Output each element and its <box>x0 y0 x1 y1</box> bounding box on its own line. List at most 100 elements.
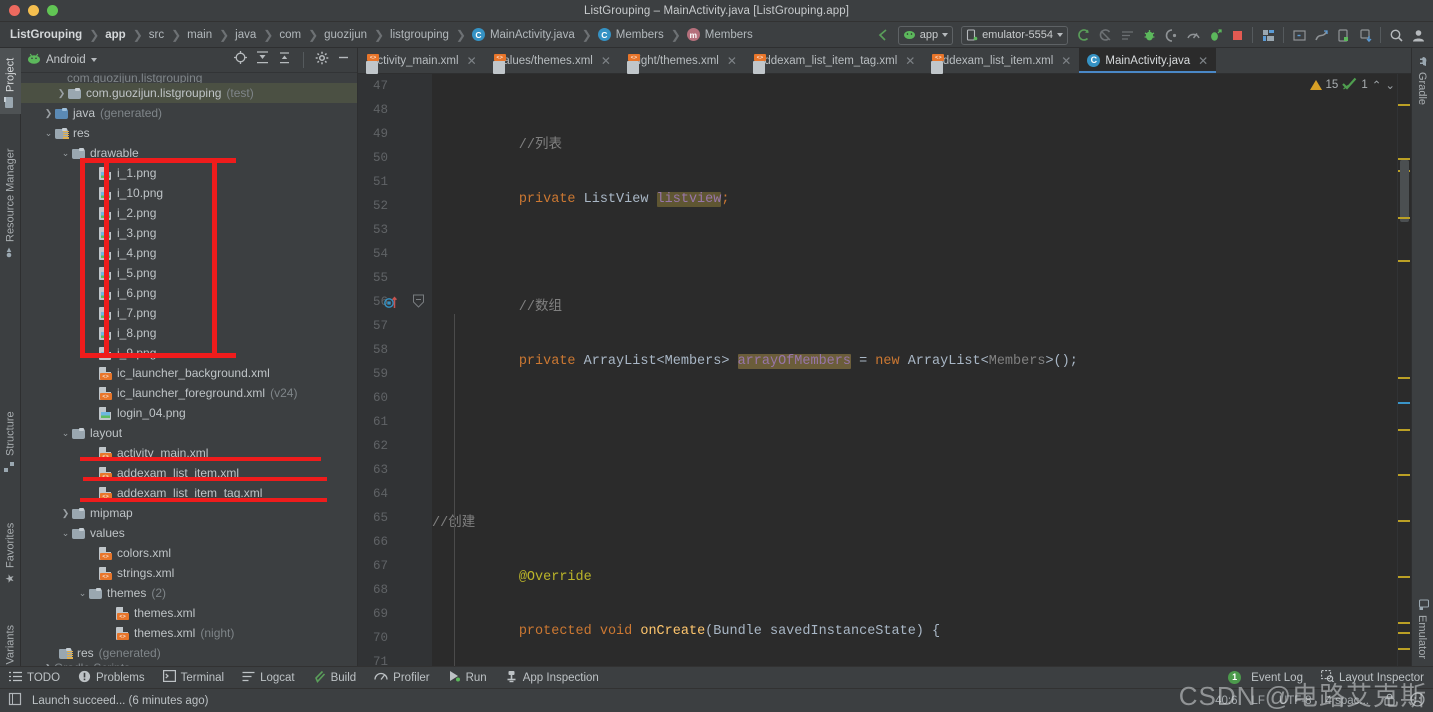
tree-row-png[interactable]: i_8.png <box>21 323 357 343</box>
tree-row-clipped-top[interactable]: com.guozijun.listgrouping <box>21 73 357 83</box>
code-line-54[interactable]: //创建 <box>432 512 1411 536</box>
layout-inspector-icon[interactable] <box>1310 24 1332 46</box>
chevron-right-icon[interactable]: ❯ <box>43 108 54 119</box>
minimize-icon[interactable] <box>336 50 351 70</box>
event-log-button[interactable]: 1 Event Log <box>1219 667 1312 689</box>
bottom-tab-build[interactable]: Build <box>304 667 366 689</box>
attach-debugger-icon[interactable] <box>1160 24 1182 46</box>
line-number-gutter[interactable]: 47 48 49 50 51 52 53 54 55 56 57 58 59 6… <box>358 74 432 666</box>
tab-night-themes-xml[interactable]: <> night/themes.xml ✕ <box>619 48 745 74</box>
bottom-tab-terminal[interactable]: Terminal <box>154 667 233 689</box>
breadcrumb-item-app[interactable]: app <box>104 29 126 41</box>
ide-window-icon[interactable] <box>8 692 22 709</box>
bottom-tool-window-bar[interactable]: TODO Problems Terminal Logcat Build Prof… <box>0 666 1433 688</box>
chevron-down-icon[interactable] <box>942 33 949 37</box>
tree-row-xml[interactable]: <> colors.xml <box>21 543 357 563</box>
avd-manager-icon[interactable] <box>1094 24 1116 46</box>
search-icon[interactable] <box>1385 24 1407 46</box>
close-icon[interactable]: ✕ <box>601 54 611 68</box>
account-icon[interactable] <box>1407 24 1429 46</box>
tree-row-png[interactable]: i_1.png <box>21 163 357 183</box>
inspection-widget[interactable]: 15 1 ⌃ ⌄ <box>1309 77 1395 93</box>
debug-icon[interactable] <box>1138 24 1160 46</box>
right-tool-window-bar[interactable]: Gradle Emulator <box>1411 48 1433 666</box>
close-icon[interactable]: ✕ <box>905 54 915 68</box>
warning-marker[interactable] <box>1398 632 1410 634</box>
layout-inspector-button[interactable]: Layout Inspector <box>1312 667 1433 689</box>
project-view-selector[interactable]: Android <box>27 53 97 67</box>
tree-row-test-package[interactable]: ❯ com.guozijun.listgrouping (test) <box>21 83 357 103</box>
run-coverage-icon[interactable] <box>1204 24 1226 46</box>
warning-marker[interactable] <box>1398 520 1410 522</box>
tab-mainactivity-java[interactable]: C MainActivity.java ✕ <box>1079 48 1217 73</box>
read-only-lock-icon[interactable] <box>1383 693 1396 709</box>
override-method-marker-icon[interactable] <box>384 295 398 309</box>
file-encoding[interactable]: UTF-8 <box>1279 695 1312 707</box>
code-line-53[interactable] <box>432 458 1411 482</box>
bottom-tab-profiler[interactable]: Profiler <box>365 667 438 689</box>
code-line-51[interactable]: private ArrayList<Members> arrayOfMember… <box>432 350 1411 374</box>
warning-marker[interactable] <box>1398 429 1410 431</box>
close-icon[interactable]: ✕ <box>467 54 477 68</box>
expand-all-icon[interactable] <box>255 50 270 70</box>
tree-row-png[interactable]: i_2.png <box>21 203 357 223</box>
tree-row-java-generated[interactable]: ❯ java (generated) <box>21 103 357 123</box>
code-line-50[interactable]: //数组 <box>432 296 1411 320</box>
tree-row-png[interactable]: i_3.png <box>21 223 357 243</box>
code-editor[interactable]: 15 1 ⌃ ⌄ 47 48 49 50 51 52 53 54 55 56 5… <box>358 74 1411 666</box>
scrollbar-thumb[interactable] <box>1400 160 1409 222</box>
tab-values-themes-xml[interactable]: <> values/themes.xml ✕ <box>485 48 619 74</box>
project-panel-actions[interactable] <box>233 50 351 70</box>
sidebar-item-favorites[interactable]: ★ Favorites <box>0 508 21 590</box>
tree-row-xml[interactable]: <> strings.xml <box>21 563 357 583</box>
warning-marker[interactable] <box>1398 217 1410 219</box>
chevron-down-icon[interactable]: ⌄ <box>43 128 54 139</box>
breadcrumb-item-mainactivity[interactable]: C MainActivity.java <box>471 28 576 41</box>
editor-scrollbar-markers[interactable] <box>1397 74 1411 666</box>
sidebar-item-gradle[interactable]: Gradle <box>1411 50 1433 112</box>
left-tool-window-bar[interactable]: Project Resource Manager Structure ★ Fav… <box>0 48 21 707</box>
code-line-49[interactable] <box>432 242 1411 266</box>
breadcrumb-item-members-class[interactable]: C Members <box>597 28 665 41</box>
profiler-icon[interactable] <box>1182 24 1204 46</box>
warning-marker[interactable] <box>1398 576 1410 578</box>
breadcrumb-item-guozijun[interactable]: guozijun <box>323 29 368 41</box>
caret-position-marker[interactable] <box>1398 402 1410 404</box>
chevron-right-icon[interactable]: ❯ <box>56 88 67 99</box>
tree-row-xml[interactable]: <> ic_launcher_background.xml <box>21 363 357 383</box>
warning-marker[interactable] <box>1398 622 1410 624</box>
bottom-tab-todo[interactable]: TODO <box>0 667 69 689</box>
main-toolbar[interactable]: app emulator-5554 <box>872 22 1429 48</box>
sync-project-icon[interactable] <box>1072 24 1094 46</box>
chevron-down-icon[interactable]: ⌄ <box>60 148 71 159</box>
bottom-bar-right[interactable]: 1 Event Log Layout Inspector <box>1219 667 1433 689</box>
bottom-tab-logcat[interactable]: Logcat <box>233 667 304 689</box>
breadcrumb-item-src[interactable]: src <box>148 29 165 41</box>
status-bar-right[interactable]: 40:6 LF UTF-8 4 spac... <box>1215 691 1433 710</box>
back-arrow-icon[interactable] <box>872 24 894 46</box>
tab-activity-main-xml[interactable]: <> activity_main.xml ✕ <box>358 48 485 74</box>
inspection-face-icon[interactable] <box>1410 691 1425 710</box>
line-separator[interactable]: LF <box>1252 695 1265 707</box>
tree-row-png[interactable]: i_10.png <box>21 183 357 203</box>
chevron-right-icon[interactable]: ❯ <box>60 508 71 519</box>
editor-tab-bar[interactable]: <> activity_main.xml ✕ <> values/themes.… <box>358 48 1411 74</box>
code-line-56[interactable]: protected void onCreate(Bundle savedInst… <box>432 620 1411 644</box>
apk-analyzer-icon[interactable] <box>1354 24 1376 46</box>
project-tool-window[interactable]: Android com.guozijun.listgrouping ❯ com.… <box>21 48 358 666</box>
device-file-explorer-icon[interactable] <box>1332 24 1354 46</box>
chevron-down-icon[interactable] <box>1057 33 1063 37</box>
breadcrumb-item-main[interactable]: main <box>186 29 213 41</box>
target-icon[interactable] <box>233 50 248 70</box>
close-icon[interactable]: ✕ <box>1061 54 1071 68</box>
code-line-47[interactable]: //列表 <box>432 134 1411 158</box>
tree-row-mipmap[interactable]: ❯ mipmap <box>21 503 357 523</box>
bottom-tab-run[interactable]: Run <box>439 667 496 689</box>
tree-row-png[interactable]: login_04.png <box>21 403 357 423</box>
tree-row-png[interactable]: i_6.png <box>21 283 357 303</box>
collapse-all-icon[interactable] <box>277 50 292 70</box>
close-icon[interactable]: ✕ <box>727 54 737 68</box>
caret-position[interactable]: 40:6 <box>1215 695 1237 707</box>
breadcrumb-item-com[interactable]: com <box>278 29 302 41</box>
breadcrumb-item-project[interactable]: ListGrouping <box>9 29 83 41</box>
